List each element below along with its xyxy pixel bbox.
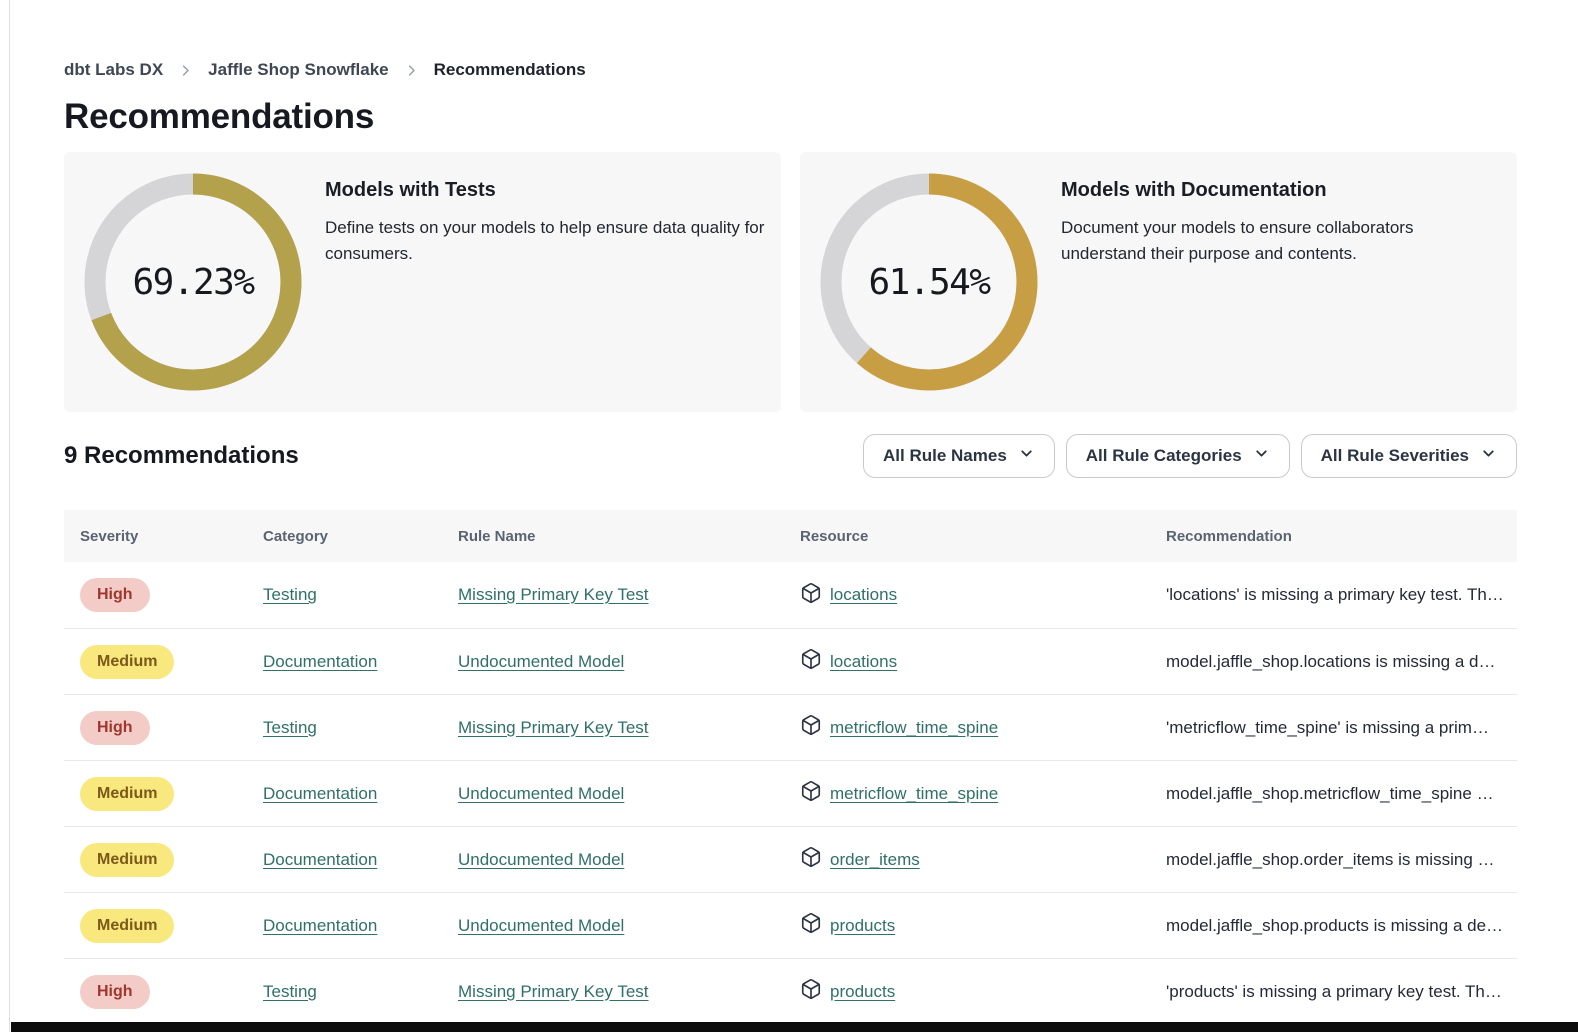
- list-header: 9 Recommendations All Rule Names All Rul…: [64, 434, 1517, 478]
- rule-name-link[interactable]: Missing Primary Key Test: [458, 718, 649, 737]
- recommendation-text: 'products' is missing a primary key test…: [1150, 982, 1517, 1002]
- tests-card-description: Define tests on your models to help ensu…: [325, 215, 764, 267]
- rule-name-link[interactable]: Undocumented Model: [458, 850, 624, 869]
- category-link[interactable]: Documentation: [263, 652, 377, 671]
- severity-badge: Medium: [80, 909, 174, 943]
- model-cube-icon: [800, 846, 822, 873]
- recommendation-text: model.jaffle_shop.order_items is missing…: [1150, 850, 1517, 870]
- severity-badge: High: [80, 975, 150, 1009]
- documentation-donut-chart: 61.54%: [820, 173, 1038, 391]
- documentation-card-description: Document your models to ensure collabora…: [1061, 215, 1413, 267]
- table-row: Medium Documentation Undocumented Model …: [64, 760, 1517, 826]
- table-row: Medium Documentation Undocumented Model …: [64, 826, 1517, 892]
- main-content: dbt Labs DX Jaffle Shop Snowflake Recomm…: [11, 0, 1578, 1032]
- tests-donut-chart: 69.23%: [84, 173, 302, 391]
- recommendation-text: model.jaffle_shop.locations is missing a…: [1150, 652, 1517, 672]
- table-row: Medium Documentation Undocumented Model …: [64, 892, 1517, 958]
- table-header: Severity Category Rule Name Resource Rec…: [64, 510, 1517, 562]
- category-link[interactable]: Documentation: [263, 784, 377, 803]
- rule-names-filter-dropdown[interactable]: All Rule Names: [863, 434, 1055, 478]
- chevron-right-icon: [178, 63, 193, 78]
- recommendations-page: dbt Labs DX Jaffle Shop Snowflake Recomm…: [0, 0, 1578, 1032]
- rule-names-filter-label: All Rule Names: [883, 446, 1007, 466]
- severity-badge: High: [80, 578, 150, 612]
- severity-badge: Medium: [80, 843, 174, 877]
- table-row: Medium Documentation Undocumented Model …: [64, 628, 1517, 694]
- model-cube-icon: [800, 648, 822, 675]
- documentation-card-text: Models with Documentation Document your …: [1061, 152, 1413, 412]
- tests-percentage-value: 69.23%: [84, 173, 302, 391]
- models-with-documentation-card: 61.54% Models with Documentation Documen…: [800, 152, 1517, 412]
- column-header-severity: Severity: [64, 528, 247, 545]
- recommendation-text: 'locations' is missing a primary key tes…: [1150, 585, 1517, 605]
- model-cube-icon: [800, 912, 822, 939]
- resource-link[interactable]: order_items: [830, 850, 920, 870]
- tests-card-description-line1: Define tests on your models to help ensu…: [325, 215, 764, 241]
- category-link[interactable]: Testing: [263, 982, 317, 1001]
- table-row: High Testing Missing Primary Key Test pr…: [64, 958, 1517, 1024]
- documentation-card-title: Models with Documentation: [1061, 179, 1413, 202]
- category-link[interactable]: Testing: [263, 718, 317, 737]
- resource-link[interactable]: metricflow_time_spine: [830, 784, 998, 804]
- rule-categories-filter-dropdown[interactable]: All Rule Categories: [1066, 434, 1290, 478]
- severity-badge: Medium: [80, 645, 174, 679]
- chevron-down-icon: [1018, 445, 1035, 467]
- category-link[interactable]: Documentation: [263, 850, 377, 869]
- documentation-card-description-line2: understand their purpose and contents.: [1061, 241, 1413, 267]
- filter-bar: All Rule Names All Rule Categories All R…: [863, 434, 1517, 478]
- breadcrumb-item-project[interactable]: Jaffle Shop Snowflake: [208, 60, 388, 80]
- rule-severities-filter-dropdown[interactable]: All Rule Severities: [1301, 434, 1517, 478]
- rule-name-link[interactable]: Undocumented Model: [458, 784, 624, 803]
- page-title: Recommendations: [64, 97, 1517, 137]
- tests-card-description-line2: consumers.: [325, 241, 764, 267]
- tests-card-text: Models with Tests Define tests on your m…: [325, 152, 764, 412]
- resource-link[interactable]: products: [830, 916, 895, 936]
- recommendation-text: model.jaffle_shop.products is missing a …: [1150, 916, 1517, 936]
- rule-name-link[interactable]: Undocumented Model: [458, 652, 624, 671]
- breadcrumb-item-current: Recommendations: [434, 60, 586, 80]
- model-cube-icon: [800, 780, 822, 807]
- table-row: High Testing Missing Primary Key Test me…: [64, 694, 1517, 760]
- rule-severities-filter-label: All Rule Severities: [1321, 446, 1469, 466]
- rule-name-link[interactable]: Missing Primary Key Test: [458, 585, 649, 604]
- rule-name-link[interactable]: Undocumented Model: [458, 916, 624, 935]
- rule-categories-filter-label: All Rule Categories: [1086, 446, 1242, 466]
- bottom-edge-bar: [11, 1022, 1578, 1032]
- severity-badge: High: [80, 711, 150, 745]
- column-header-rule-name: Rule Name: [442, 528, 784, 545]
- documentation-percentage-value: 61.54%: [820, 173, 1038, 391]
- chevron-right-icon: [404, 63, 419, 78]
- rule-name-link[interactable]: Missing Primary Key Test: [458, 982, 649, 1001]
- tests-card-title: Models with Tests: [325, 179, 764, 202]
- resource-link[interactable]: metricflow_time_spine: [830, 718, 998, 738]
- recommendations-count: 9 Recommendations: [64, 442, 299, 470]
- recommendations-table: Severity Category Rule Name Resource Rec…: [64, 510, 1517, 1024]
- model-cube-icon: [800, 978, 822, 1005]
- resource-link[interactable]: locations: [830, 652, 897, 672]
- model-cube-icon: [800, 714, 822, 741]
- severity-badge: Medium: [80, 777, 174, 811]
- metric-cards: 69.23% Models with Tests Define tests on…: [64, 152, 1517, 412]
- column-header-recommendation: Recommendation: [1150, 528, 1517, 545]
- column-header-category: Category: [247, 528, 442, 545]
- category-link[interactable]: Testing: [263, 585, 317, 604]
- resource-link[interactable]: products: [830, 982, 895, 1002]
- documentation-card-description-line1: Document your models to ensure collabora…: [1061, 215, 1413, 241]
- column-header-resource: Resource: [784, 528, 1150, 545]
- chevron-down-icon: [1480, 445, 1497, 467]
- models-with-tests-card: 69.23% Models with Tests Define tests on…: [64, 152, 781, 412]
- chevron-down-icon: [1253, 445, 1270, 467]
- sidebar-edge: [0, 0, 10, 1032]
- model-cube-icon: [800, 582, 822, 609]
- breadcrumb-item-account[interactable]: dbt Labs DX: [64, 60, 163, 80]
- recommendation-text: 'metricflow_time_spine' is missing a pri…: [1150, 718, 1517, 738]
- category-link[interactable]: Documentation: [263, 916, 377, 935]
- resource-link[interactable]: locations: [830, 585, 897, 605]
- breadcrumb: dbt Labs DX Jaffle Shop Snowflake Recomm…: [64, 0, 1517, 80]
- table-row: High Testing Missing Primary Key Test lo…: [64, 562, 1517, 628]
- recommendation-text: model.jaffle_shop.metricflow_time_spine …: [1150, 784, 1517, 804]
